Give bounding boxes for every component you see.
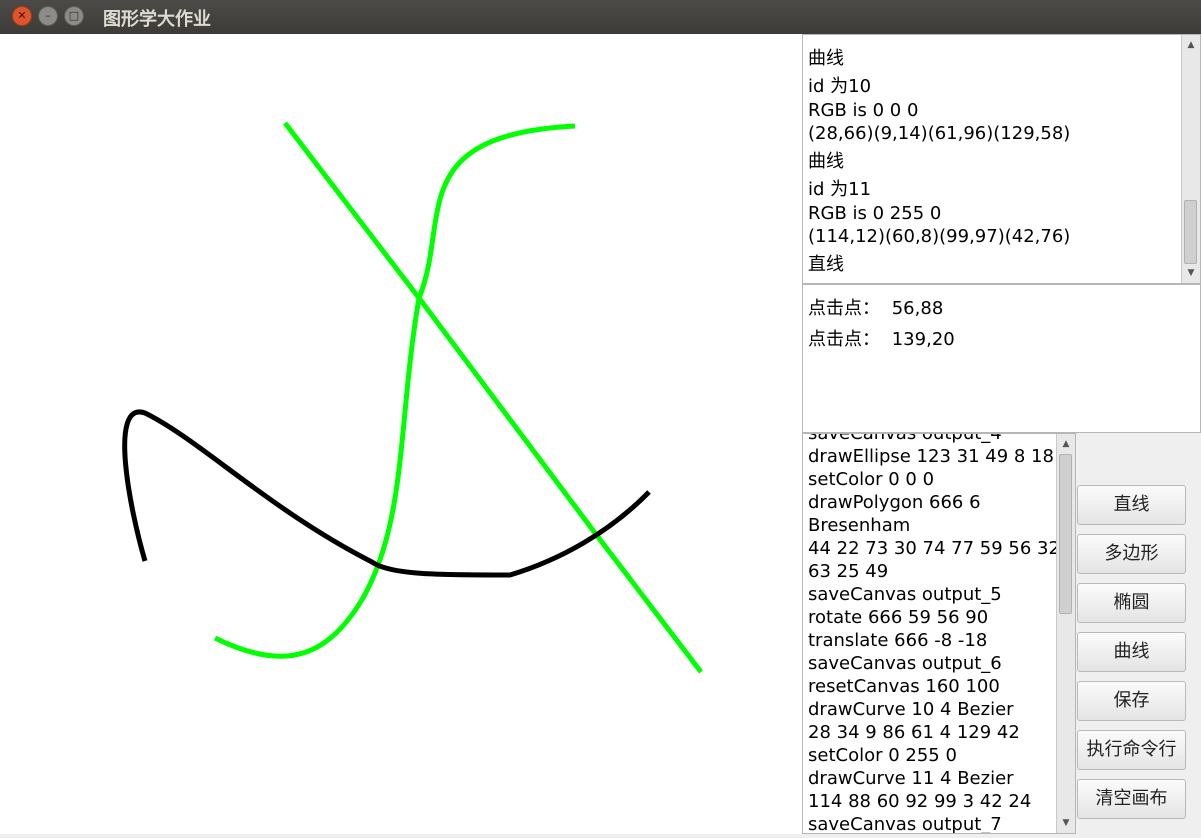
command-line: 63 25 49	[808, 561, 889, 582]
command-line: setColor 0 255 0	[808, 745, 957, 766]
ellipse-button[interactable]: 椭圆	[1077, 583, 1186, 623]
info-line: (28,66)(9,14)(61,96)(129,58)	[808, 123, 1071, 144]
command-log-panel[interactable]: saveCanvas output_4 drawEllipse 123 31 4…	[802, 433, 1076, 834]
scroll-up-icon[interactable]: ▲	[1057, 436, 1075, 452]
window-title: 图形学大作业	[103, 9, 211, 30]
command-line: saveCanvas output_7	[808, 814, 1002, 834]
command-line: saveCanvas output_5	[808, 584, 1002, 605]
save-button[interactable]: 保存	[1077, 681, 1186, 721]
click-point-row: 点击点： 56,88	[808, 293, 955, 324]
command-line: setColor 0 0 0	[808, 469, 935, 490]
minimize-button[interactable]: –	[38, 6, 58, 26]
info-line: 直线	[808, 254, 844, 275]
command-line: resetCanvas 160 100	[808, 676, 1000, 697]
command-line: 28 34 9 86 61 4 129 42	[808, 722, 1020, 743]
command-line: Bresenham	[808, 515, 911, 536]
click-point-label: 点击点：	[808, 329, 880, 350]
canvas-drawing	[122, 121, 703, 674]
info-scrollbar[interactable]: ▲ ▼	[1181, 35, 1200, 283]
click-point-row: 点击点： 139,20	[808, 324, 955, 355]
click-point-value: 56,88	[891, 298, 944, 319]
execute-command-button[interactable]: 执行命令行	[1077, 730, 1186, 770]
info-line: 曲线	[808, 151, 844, 172]
scroll-down-icon[interactable]: ▼	[1182, 265, 1200, 281]
green-line	[283, 121, 703, 674]
line-button[interactable]: 直线	[1077, 485, 1186, 525]
close-button[interactable]: ✕	[12, 6, 32, 26]
command-line: 114 88 60 92 99 3 42 24	[808, 791, 1032, 812]
click-point-label: 点击点：	[808, 298, 880, 319]
info-line: RGB is 0 255 0	[808, 203, 942, 224]
command-line: rotate 666 59 56 90	[808, 607, 989, 628]
minimize-icon: –	[45, 9, 51, 22]
maximize-icon: □	[68, 9, 80, 22]
command-line: drawEllipse 123 31 49 8 18	[808, 446, 1054, 467]
command-line: drawCurve 10 4 Bezier	[808, 699, 1014, 720]
info-line: RGB is 0 0 0	[808, 100, 919, 121]
click-point-value: 139,20	[891, 329, 955, 350]
command-line: drawCurve 11 4 Bezier	[808, 768, 1014, 789]
info-line: 曲线	[808, 48, 844, 69]
curve-button[interactable]: 曲线	[1077, 632, 1186, 672]
scroll-down-icon[interactable]: ▼	[1057, 815, 1075, 831]
scroll-up-icon[interactable]: ▲	[1182, 37, 1200, 53]
green-bezier-curve	[213, 123, 576, 659]
black-bezier-curve	[122, 409, 651, 578]
scrollbar-thumb[interactable]	[1184, 200, 1197, 264]
info-line: (114,12)(60,8)(99,97)(42,76)	[808, 226, 1071, 247]
polygon-button[interactable]: 多边形	[1077, 534, 1186, 574]
info-line: id 为11	[808, 179, 872, 200]
info-line: id 为10	[808, 76, 872, 97]
command-line: saveCanvas output_4	[808, 433, 1002, 444]
click-log-panel: 点击点： 56,88 点击点： 139,20	[802, 284, 1201, 433]
shape-info-panel[interactable]: 曲线 id 为10 RGB is 0 0 0 (28,66)(9,14)(61,…	[802, 34, 1201, 284]
scrollbar-thumb[interactable]	[1059, 454, 1072, 614]
title-bar: ✕ – □ 图形学大作业	[0, 0, 1201, 34]
command-line: drawPolygon 666 6	[808, 492, 981, 513]
maximize-button[interactable]: □	[64, 6, 84, 26]
clear-canvas-button[interactable]: 清空画布	[1077, 779, 1186, 819]
drawing-canvas[interactable]	[0, 34, 802, 834]
command-line: 44 22 73 30 74 77 59 56 32	[808, 538, 1060, 559]
command-scrollbar[interactable]: ▲ ▼	[1056, 434, 1075, 833]
command-line: translate 666 -8 -18	[808, 630, 988, 651]
command-line: saveCanvas output_6	[808, 653, 1002, 674]
close-icon: ✕	[17, 9, 27, 22]
